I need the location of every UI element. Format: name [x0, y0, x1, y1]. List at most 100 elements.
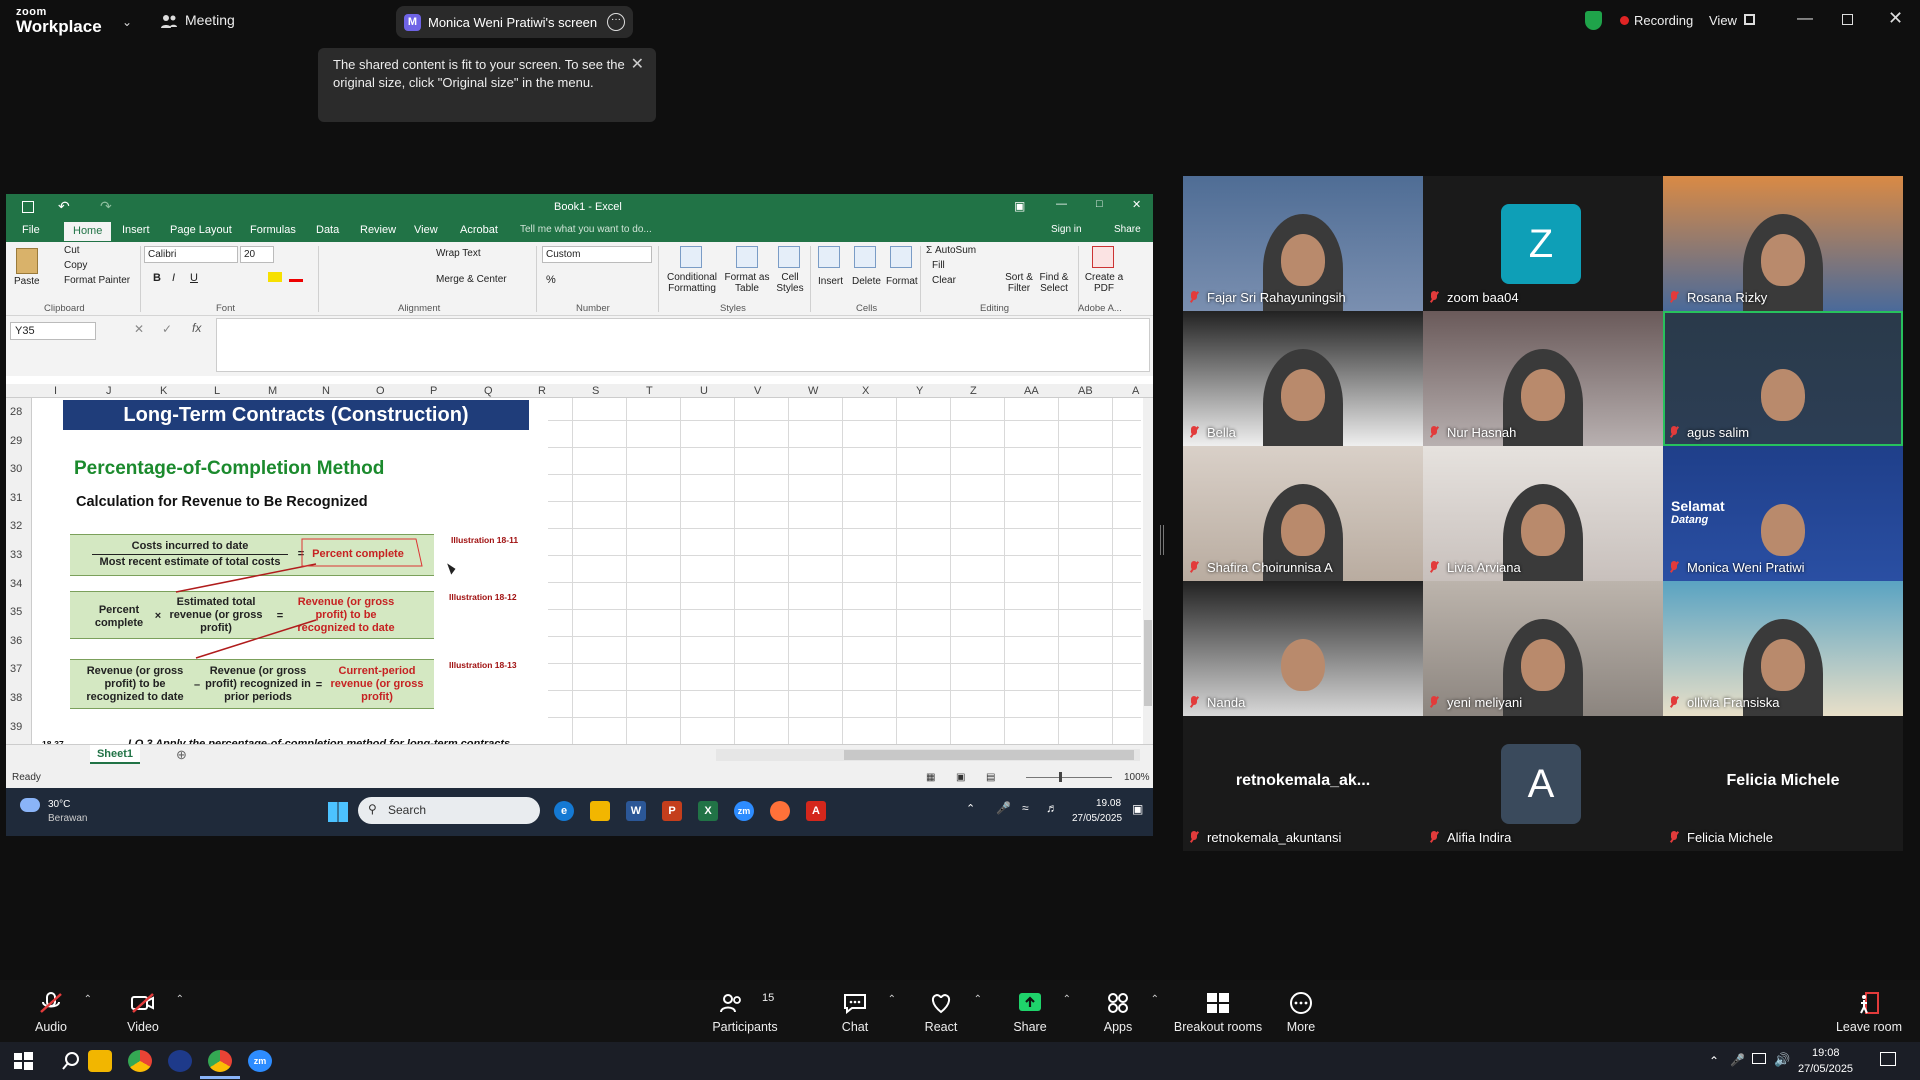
undo-icon[interactable]: ↶ [58, 198, 70, 215]
fill-button[interactable]: Fill [932, 260, 945, 271]
column-header[interactable]: M [268, 385, 277, 397]
column-header[interactable]: O [376, 385, 385, 397]
excel-minimize-icon[interactable]: — [1056, 198, 1067, 210]
share-screen-button[interactable]: Share ⌃ [985, 980, 1075, 1042]
participant-tile[interactable]: Felicia Michele Felicia Michele [1663, 716, 1903, 851]
video-options-caret[interactable]: ⌃ [176, 994, 184, 1005]
windows-start-button[interactable] [12, 1050, 36, 1072]
weather-desc[interactable]: Berawan [48, 813, 87, 824]
autosum-button[interactable]: Σ AutoSum [926, 245, 976, 256]
row-header[interactable]: 31 [10, 492, 22, 504]
format-as-table-icon[interactable] [736, 246, 758, 268]
format-cells-icon[interactable] [890, 246, 912, 268]
volume-icon[interactable]: ♬ [1046, 801, 1058, 815]
participant-tile[interactable]: agus salim [1663, 311, 1903, 446]
meeting-menu[interactable]: Meeting [185, 12, 235, 28]
row-header[interactable]: 32 [10, 520, 22, 532]
file-explorer-icon[interactable] [590, 801, 610, 821]
name-box[interactable]: Y35 [10, 322, 96, 340]
recording-status[interactable]: Recording [1634, 13, 1693, 28]
firefox-icon[interactable] [770, 801, 790, 821]
edge-icon[interactable]: e [554, 801, 574, 821]
tab-file[interactable]: File [22, 224, 40, 236]
participant-tile[interactable]: A Alifia Indira [1423, 716, 1663, 851]
clock-time[interactable]: 19:08 [1812, 1047, 1840, 1059]
delete-cells-button[interactable]: Delete [852, 276, 881, 287]
speaker-icon[interactable]: 🔊 [1774, 1052, 1790, 1068]
video-button[interactable]: Video ⌃ [98, 980, 188, 1042]
format-cells-button[interactable]: Format [886, 276, 918, 287]
zoom-taskbar-icon[interactable]: zm [248, 1050, 272, 1072]
file-explorer-icon[interactable] [88, 1050, 112, 1072]
insert-cells-button[interactable]: Insert [818, 276, 843, 287]
column-header[interactable]: AB [1078, 385, 1093, 397]
column-header[interactable]: L [214, 385, 220, 397]
word-icon[interactable]: W [626, 801, 646, 821]
weather-temp[interactable]: 30°C [48, 799, 70, 810]
column-header[interactable]: J [106, 385, 112, 397]
format-as-table-button[interactable]: Format as Table [724, 272, 770, 294]
column-header[interactable]: Z [970, 385, 977, 397]
column-header[interactable]: W [808, 385, 818, 397]
bold-button[interactable]: B [153, 272, 161, 284]
leave-room-button[interactable]: Leave room [1824, 980, 1914, 1042]
row-header[interactable]: 29 [10, 435, 22, 447]
column-header[interactable]: A [1132, 385, 1139, 397]
merge-center-button[interactable]: Merge & Center [436, 274, 507, 285]
clock-date[interactable]: 27/05/2025 [1798, 1063, 1853, 1075]
cell-styles-button[interactable]: Cell Styles [774, 272, 806, 294]
audio-button[interactable]: Audio ⌃ [6, 980, 96, 1042]
excel-close-icon[interactable]: ✕ [1132, 198, 1141, 211]
notifications-icon[interactable]: ▣ [1132, 802, 1143, 816]
column-header[interactable]: P [430, 385, 437, 397]
row-header[interactable]: 28 [10, 406, 22, 418]
wrap-text-button[interactable]: Wrap Text [436, 248, 481, 259]
font-size-select[interactable]: 20 [240, 246, 274, 263]
column-header[interactable]: K [160, 385, 167, 397]
formula-input[interactable] [216, 318, 1150, 372]
close-toast-icon[interactable]: ✕ [631, 54, 644, 74]
zoom-app-icon[interactable]: zm [734, 801, 754, 821]
apps-button[interactable]: Apps ⌃ [1073, 980, 1163, 1042]
tell-me-search[interactable]: Tell me what you want to do... [520, 224, 652, 235]
redo-icon[interactable]: ↷ [100, 198, 112, 215]
screen-share-pill[interactable]: M Monica Weni Pratiwi's screen ··· [396, 6, 633, 38]
row-header[interactable]: 33 [10, 549, 22, 561]
participant-tile[interactable]: Rosana Rizky [1663, 176, 1903, 311]
powerpoint-icon[interactable]: P [662, 801, 682, 821]
cancel-formula-icon[interactable]: ✕ [134, 322, 144, 336]
participant-tile[interactable]: Bella [1183, 311, 1423, 446]
acrobat-icon[interactable]: A [806, 801, 826, 821]
insert-function-icon[interactable]: fx [192, 321, 201, 335]
save-icon[interactable] [22, 201, 34, 213]
excel-restore-icon[interactable]: □ [1096, 198, 1103, 210]
chevron-down-icon[interactable]: ⌄ [122, 15, 132, 29]
tab-acrobat[interactable]: Acrobat [460, 224, 498, 236]
number-format-select[interactable]: Custom [542, 246, 652, 263]
taskbar-search-icon[interactable] [60, 1050, 84, 1072]
row-header[interactable]: 34 [10, 578, 22, 590]
audio-options-caret[interactable]: ⌃ [84, 994, 92, 1005]
insert-cells-icon[interactable] [818, 246, 840, 268]
zoom-slider[interactable] [1026, 777, 1112, 778]
tab-review[interactable]: Review [360, 224, 396, 236]
column-header[interactable]: Y [916, 385, 923, 397]
cell-styles-icon[interactable] [778, 246, 800, 268]
participant-tile[interactable]: Livia Arviana [1423, 446, 1663, 581]
restore-icon[interactable] [1842, 14, 1853, 25]
column-header[interactable]: R [538, 385, 546, 397]
percent-style-button[interactable]: % [546, 274, 556, 286]
view-menu[interactable]: View [1709, 13, 1737, 28]
participant-tile[interactable]: Zzoom baa04 [1423, 176, 1663, 311]
notification-center-icon[interactable] [1880, 1052, 1896, 1066]
share-options-caret[interactable]: ⌃ [1063, 994, 1071, 1005]
row-header[interactable]: 30 [10, 463, 22, 475]
sign-in-link[interactable]: Sign in [1051, 224, 1082, 235]
column-header[interactable]: AA [1024, 385, 1039, 397]
tab-formulas[interactable]: Formulas [250, 224, 296, 236]
row-header[interactable]: 37 [10, 663, 22, 675]
chrome-profile-icon[interactable] [208, 1050, 232, 1072]
more-options-icon[interactable]: ··· [607, 13, 625, 31]
sheet-tab-sheet1[interactable]: Sheet1 [90, 745, 140, 764]
apps-options-caret[interactable]: ⌃ [1151, 994, 1159, 1005]
